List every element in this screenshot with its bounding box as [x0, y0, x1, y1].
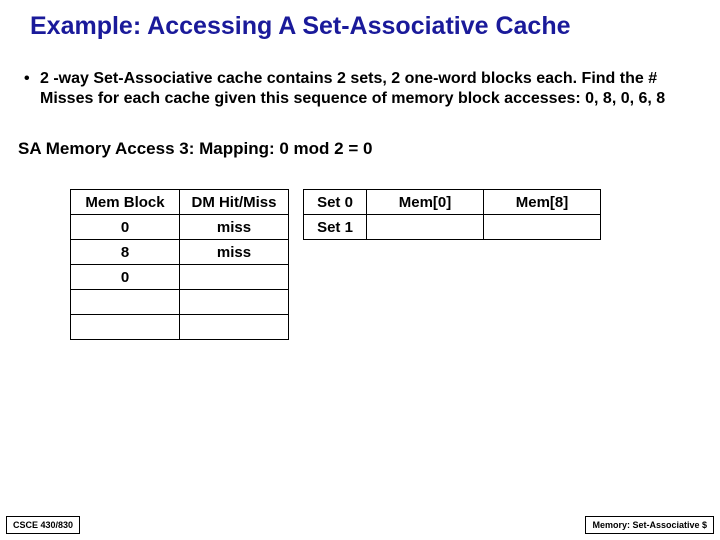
slide-title: Example: Accessing A Set-Associative Cac… — [0, 0, 720, 41]
cache-table: Set 0 Mem[0] Mem[8] Set 1 — [303, 189, 601, 240]
t1-header-memblock: Mem Block — [71, 190, 180, 215]
t2-cell: Mem[8] — [484, 190, 601, 215]
footer-left: CSCE 430/830 — [6, 516, 80, 534]
t2-set-label: Set 1 — [304, 215, 367, 240]
tables-area: Mem Block DM Hit/Miss 0 miss 8 miss 0 Se… — [0, 159, 720, 340]
t1-cell — [71, 290, 180, 315]
subheading: SA Memory Access 3: Mapping: 0 mod 2 = 0 — [0, 109, 720, 159]
t2-cell — [484, 215, 601, 240]
t1-cell — [180, 315, 289, 340]
t2-cell: Mem[0] — [367, 190, 484, 215]
t1-header-hitmiss: DM Hit/Miss — [180, 190, 289, 215]
access-table: Mem Block DM Hit/Miss 0 miss 8 miss 0 — [70, 189, 289, 340]
t1-cell — [180, 265, 289, 290]
footer-right: Memory: Set-Associative $ — [585, 516, 714, 534]
t1-cell: 8 — [71, 240, 180, 265]
bullet-block: • 2 -way Set-Associative cache contains … — [0, 41, 720, 109]
t1-cell: 0 — [71, 265, 180, 290]
t2-set-label: Set 0 — [304, 190, 367, 215]
t1-cell: miss — [180, 215, 289, 240]
t1-cell — [180, 290, 289, 315]
t2-cell — [367, 215, 484, 240]
t1-cell: miss — [180, 240, 289, 265]
bullet-text: 2 -way Set-Associative cache contains 2 … — [40, 69, 690, 109]
t1-cell — [71, 315, 180, 340]
bullet-marker: • — [24, 69, 40, 109]
t1-cell: 0 — [71, 215, 180, 240]
